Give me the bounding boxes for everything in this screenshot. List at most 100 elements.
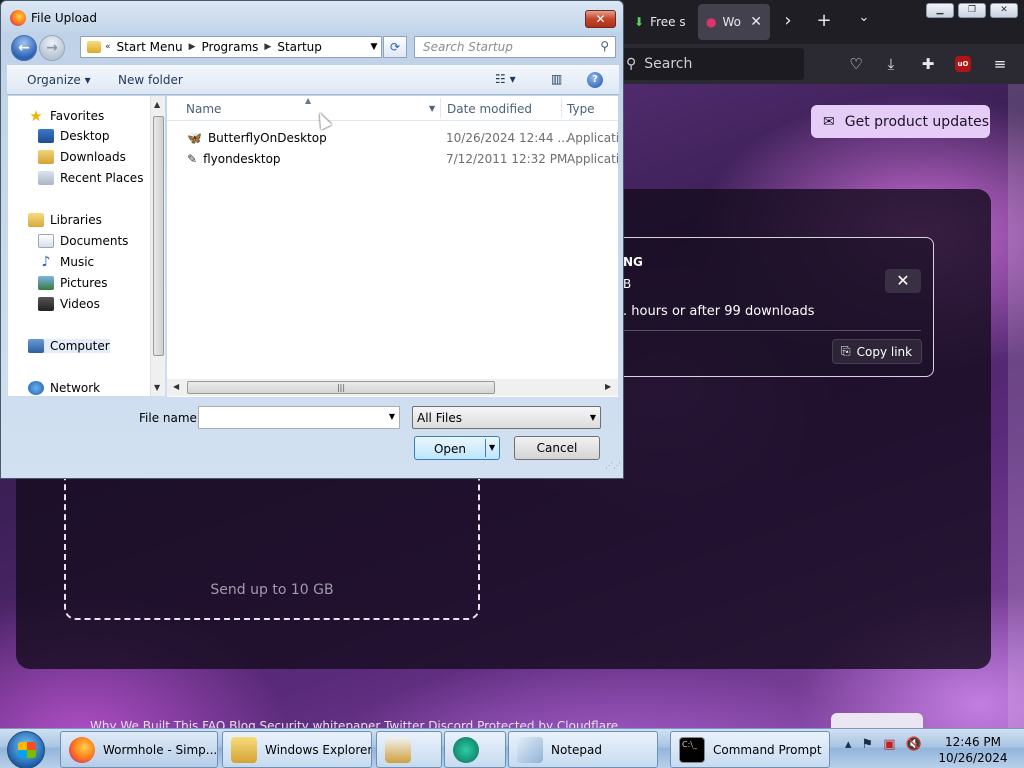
cancel-button[interactable]: Cancel [514, 436, 600, 460]
help-icon[interactable]: ? [587, 72, 603, 88]
scroll-left-icon[interactable]: ◀ [173, 382, 179, 391]
tab-wormhole[interactable]: ● Wo ✕ [698, 4, 770, 40]
chevron-right-icon[interactable]: › [776, 10, 800, 31]
card-close-button[interactable]: ✕ [885, 269, 921, 293]
upload-card: NG B . hours or after 99 downloads ✕ ⎘ C… [600, 237, 934, 377]
file-row[interactable]: 🦋 ButterflyOnDesktop 10/26/2024 12:44 ..… [167, 128, 618, 148]
nav-pictures[interactable]: Pictures [38, 276, 108, 290]
desktop-icon [38, 129, 54, 143]
restore-button[interactable]: ❐ [958, 3, 986, 18]
app-icon [453, 736, 479, 763]
file-row[interactable]: ✎ flyondesktop 7/12/2011 12:32 PM Applic… [167, 149, 618, 169]
file-hscroll-thumb[interactable]: ||| [187, 381, 495, 394]
network-status-icon[interactable]: ▣ [883, 737, 895, 752]
organize-label: Organize [27, 73, 81, 87]
chevron-right-icon[interactable]: ▶ [189, 42, 196, 52]
chevron-down-icon[interactable]: ▼ [367, 42, 381, 52]
search-icon[interactable]: ⚲ [600, 39, 609, 53]
back-button[interactable]: ← [11, 35, 37, 61]
scroll-down-icon[interactable]: ▼ [154, 383, 160, 392]
nav-documents[interactable]: Documents [38, 234, 128, 248]
scroll-up-icon[interactable]: ▲ [154, 100, 160, 109]
file-type-filter[interactable]: All Files ▼ [412, 406, 601, 429]
taskbar-cmd[interactable]: C:\_ Command Prompt [670, 731, 830, 768]
taskbar-explorer-label: Windows Explorer [265, 742, 372, 757]
chevron-down-icon[interactable]: ▼ [389, 412, 395, 421]
browser-search-placeholder: Search [644, 56, 693, 72]
list-tabs-icon[interactable]: ⌄ [852, 10, 876, 25]
star-icon: ★ [29, 107, 43, 125]
footer-links[interactable]: Why We Built This FAQ Blog Security whit… [90, 718, 810, 728]
taskbar-firefox[interactable]: Wormhole - Simp... [60, 731, 218, 768]
file-hscrollbar[interactable]: ◀ ||| ▶ [167, 379, 618, 396]
ublock-icon[interactable]: uO [955, 56, 971, 72]
column-name[interactable]: Name [186, 102, 221, 116]
nav-libraries[interactable]: Libraries [28, 213, 102, 227]
resize-grip-icon[interactable]: ⋰⋰ [605, 461, 621, 470]
nav-computer[interactable]: Computer [28, 339, 110, 353]
recent-places-icon [38, 171, 54, 185]
column-separator[interactable] [440, 98, 441, 118]
nav-music[interactable]: ♪ Music [38, 255, 95, 269]
breadcrumb-startup[interactable]: Startup [271, 40, 328, 54]
start-button[interactable] [7, 731, 45, 768]
extensions-icon[interactable]: ✚ [918, 54, 938, 74]
forward-button[interactable]: → [39, 35, 65, 61]
column-separator[interactable] [561, 98, 562, 118]
downloads-icon[interactable]: ⤓ [881, 54, 901, 74]
column-type[interactable]: Type [567, 102, 595, 116]
chevron-right-icon[interactable]: ▶ [264, 42, 271, 52]
chevron-down-icon[interactable]: ▼ [590, 413, 596, 422]
breadcrumb-programs[interactable]: Programs [196, 40, 265, 54]
menu-icon[interactable]: ≡ [990, 54, 1010, 74]
clock[interactable]: 12:46 PM 10/26/2024 [930, 734, 1016, 766]
file-name-input[interactable]: ▼ [198, 406, 400, 429]
action-center-icon[interactable]: ⚑ [862, 737, 874, 752]
nav-favorites[interactable]: ★ Favorites [28, 108, 104, 124]
dropzone-hint: Send up to 10 GB [210, 582, 334, 598]
taskbar-app[interactable] [444, 731, 506, 768]
scroll-right-icon[interactable]: ▶ [605, 382, 611, 391]
column-name-dropdown-icon[interactable]: ▼ [429, 104, 435, 113]
close-tab-icon[interactable]: ✕ [750, 14, 762, 30]
nav-network[interactable]: Network [28, 381, 100, 395]
browser-search-box[interactable]: ⚲ Search [618, 48, 804, 80]
open-button[interactable]: Open ▼ [414, 436, 500, 460]
volume-icon[interactable]: 🔇 [905, 737, 921, 752]
taskbar-media[interactable] [376, 731, 442, 768]
open-dropdown-icon[interactable]: ▼ [489, 443, 495, 452]
nav-videos[interactable]: Videos [38, 297, 100, 311]
address-bar[interactable]: « Start Menu ▶ Programs ▶ Startup ▼ [80, 36, 382, 58]
refresh-button[interactable]: ⟳ [383, 36, 407, 58]
organize-button[interactable]: Organize ▾ [27, 73, 91, 87]
nav-desktop[interactable]: Desktop [38, 129, 110, 143]
dialog-close-button[interactable]: ✕ [585, 10, 616, 28]
file-name-cell: ✎ flyondesktop [187, 152, 281, 166]
new-folder-button[interactable]: New folder [118, 73, 183, 87]
view-options-icon[interactable]: ☷ ▾ [495, 72, 516, 86]
nav-downloads[interactable]: Downloads [38, 150, 126, 164]
tab-free-label: Free s [650, 15, 686, 29]
page-scrollbar[interactable] [1008, 84, 1024, 728]
new-tab-icon[interactable]: + [812, 10, 836, 31]
nav-scrollbar[interactable]: ▲ ▼ [150, 96, 165, 396]
taskbar-explorer[interactable]: Windows Explorer [222, 731, 372, 768]
breadcrumb-start-menu[interactable]: Start Menu [111, 40, 189, 54]
pictures-icon [38, 276, 54, 290]
nav-scroll-thumb[interactable] [153, 116, 164, 356]
pocket-icon[interactable]: ♡ [846, 54, 866, 74]
tab-free[interactable]: ⬇ Free s [626, 4, 692, 40]
nav-recent-places[interactable]: Recent Places [38, 171, 143, 185]
get-product-updates-button[interactable]: ✉ Get product updates [811, 105, 990, 138]
dialog-search-input[interactable]: Search Startup ⚲ [414, 36, 616, 58]
language-button[interactable] [831, 713, 923, 728]
system-tray: ▴ ⚑ ▣ 🔇 [845, 737, 922, 752]
minimize-button[interactable]: ▁ [926, 3, 954, 18]
show-hidden-icons-icon[interactable]: ▴ [845, 737, 852, 752]
close-window-button[interactable]: ✕ [990, 3, 1018, 18]
preview-pane-icon[interactable]: ▥ [551, 72, 562, 86]
column-date[interactable]: Date modified [447, 102, 532, 116]
drop-zone[interactable]: Send up to 10 GB [64, 460, 480, 620]
taskbar-notepad[interactable]: Notepad [508, 731, 658, 768]
copy-link-button[interactable]: ⎘ Copy link [832, 339, 922, 364]
